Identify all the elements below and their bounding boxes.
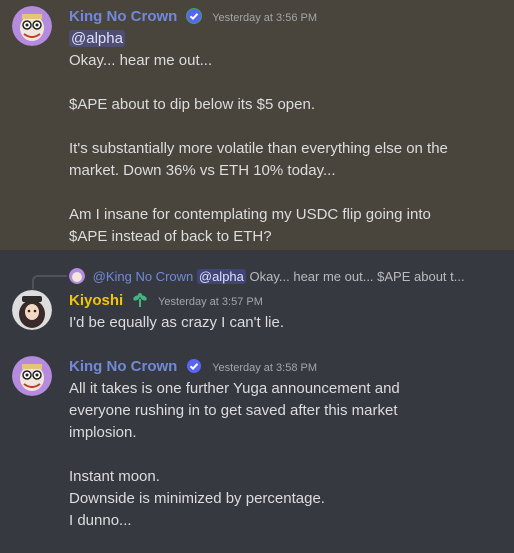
avatar-king-no-crown[interactable] [12,356,52,396]
sprout-icon [132,292,148,308]
message-line: It's substantially more volatile than ev… [69,140,448,157]
message-line: Downside is minimized by percentage. [69,490,325,507]
message-1: King No Crown Yesterday at 3:56 PM @alph… [0,0,514,250]
reply-avatar [69,268,85,284]
message-line: Okay... hear me out... [69,52,213,69]
message-line: I'd be equally as crazy I can't lie. [69,314,285,331]
message-3: King No Crown Yesterday at 3:58 PM All i… [0,352,514,552]
message-line: $APE about to dip below its $5 open. [69,96,316,113]
reply-mention[interactable]: @alpha [196,269,246,284]
avatar-kiyoshi[interactable] [12,290,52,330]
message-2: Kiyoshi Yesterday at 3:57 PM I'd be equa… [0,286,514,342]
message-line: Am I insane for contemplating my USDC fl… [69,206,431,223]
message-line: Instant moon. [69,468,160,485]
verified-check-icon [185,8,202,24]
reply-preview[interactable]: @King No Crown @alpha Okay... hear me ou… [69,268,465,286]
avatar-king-no-crown[interactable] [12,6,52,46]
timestamp: Yesterday at 3:56 PM [212,12,318,24]
timestamp: Yesterday at 3:58 PM [212,362,318,374]
message-line: implosion. [69,424,137,441]
message-line: @alpha [69,28,506,50]
message-header: Kiyoshi Yesterday at 3:57 PM [69,290,506,312]
username[interactable]: Kiyoshi [69,292,123,309]
message-header: King No Crown Yesterday at 3:56 PM [69,6,506,28]
message-line: I dunno... [69,512,132,529]
mention[interactable]: @alpha [69,30,125,47]
verified-check-icon [186,358,202,374]
message-header: King No Crown Yesterday at 3:58 PM [69,356,506,378]
message-line: $APE instead of back to ETH? [69,228,272,245]
username[interactable]: King No Crown [69,358,177,375]
message-line: everyone rushing in to get saved after t… [69,402,398,419]
timestamp: Yesterday at 3:57 PM [158,296,263,308]
reply-author[interactable]: @King No Crown [93,269,194,284]
reply-text: Okay... hear me out... $APE about t... [249,269,465,284]
message-line: market. Down 36% vs ETH 10% today... [69,162,336,179]
username[interactable]: King No Crown [69,8,177,25]
message-line: All it takes is one further Yuga announc… [69,380,400,397]
